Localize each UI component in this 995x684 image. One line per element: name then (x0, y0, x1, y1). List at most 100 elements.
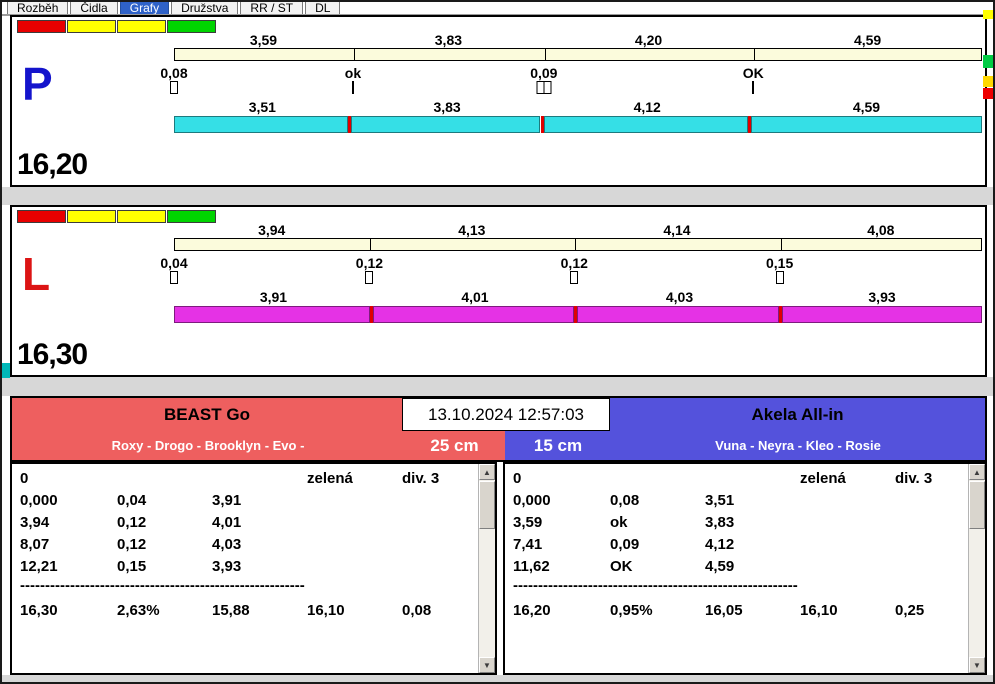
team-banner-right: 15 cm Vuna - Neyra - Kleo - Rosie (505, 431, 985, 460)
table-row: 0 zelená div. 3 (505, 467, 968, 489)
cell: 3,91 (212, 491, 242, 509)
segment-bar-block (372, 306, 574, 323)
split-time-label: 3,59 (249, 32, 278, 48)
status-light (17, 20, 66, 33)
cell: div. 3 (402, 469, 440, 487)
status-lights (17, 20, 217, 33)
bar-divider (353, 49, 355, 60)
edge-artifact (2, 363, 10, 378)
cell: 0,08 (610, 491, 640, 509)
panel-gap (2, 187, 993, 205)
segment-bar-block (750, 116, 982, 133)
edge-artifact (983, 76, 993, 87)
reference-bar (174, 238, 982, 251)
cell: 16,30 (20, 601, 58, 619)
run-panel-right: P 16,20 3,59 0,08 3,83 ok 4,20 0,09 4,59 OK 3,51… (10, 15, 987, 187)
gap-mark-tick-icon (351, 81, 354, 94)
tab-4[interactable]: Družstva (171, 2, 239, 14)
table-scrollbar[interactable]: ▲ ▼ (478, 464, 495, 673)
scrollbar-thumb[interactable] (969, 481, 985, 529)
segment-time-label: 4,59 (852, 99, 881, 115)
segment-time-label: 3,83 (433, 99, 461, 115)
gap-time-label: 0,09 (530, 65, 558, 81)
scroll-up-icon: ▲ (973, 467, 981, 477)
cell: 0,000 (20, 491, 58, 509)
segment-bar-block (174, 306, 370, 323)
cell: 4,03 (212, 535, 242, 553)
bar-divider (370, 239, 372, 250)
segment-bar-block (543, 116, 748, 133)
bar-divider (780, 239, 782, 250)
table-row: 7,41 0,09 4,12 (505, 533, 968, 555)
segment-divider (779, 306, 783, 323)
gap-time-label: 0,12 (355, 255, 384, 271)
tab-3[interactable]: Grafy (119, 2, 170, 14)
tab-bar: Rozběh Čidla Grafy Družstva RR / ST DL (7, 2, 341, 14)
tab-1[interactable]: Rozběh (7, 2, 69, 14)
scroll-down-button[interactable]: ▼ (479, 657, 495, 673)
gap-mark-box-icon (775, 271, 784, 284)
segment-time-label: 4,12 (633, 99, 661, 115)
cell: 16,20 (513, 601, 551, 619)
segment-divider (540, 116, 544, 133)
cell: 0,08 (402, 601, 432, 619)
cell: 16,10 (307, 601, 345, 619)
cell: 0,95% (610, 601, 653, 619)
cell: zelená (307, 469, 353, 487)
bar-divider (754, 49, 756, 60)
cell: ok (610, 513, 628, 531)
app-window: Rozběh Čidla Grafy Družstva RR / ST DL P 16,2… (0, 0, 995, 684)
panel-total-time: 16,30 (17, 338, 88, 371)
team-name-right: Akela All-in (610, 398, 985, 431)
table-row: 12,21 0,15 3,93 (12, 555, 478, 577)
status-light (167, 210, 216, 223)
team-name-left: BEAST Go (12, 398, 402, 431)
dashed-separator: ----------------------------------------… (513, 577, 798, 594)
cell: zelená (800, 469, 846, 487)
table-row: 3,59 ok 3,83 (505, 511, 968, 533)
team-banner-left: Roxy - Drogo - Brooklyn - Evo - 25 cm (12, 431, 505, 460)
table-body: 0 zelená div. 3 0,000 0,04 3,91 3,94 0,12 4,01 8,… (12, 467, 478, 671)
scroll-down-button[interactable]: ▼ (969, 657, 985, 673)
cell: 3,83 (705, 513, 735, 531)
gap-mark-tick-icon (752, 81, 755, 94)
table-row: 0,000 0,08 3,51 (505, 489, 968, 511)
tab-2[interactable]: Čidla (70, 2, 118, 14)
tab-6[interactable]: DL (305, 2, 341, 14)
cell: 0 (20, 469, 29, 487)
results-table-right: 0 zelená div. 3 0,000 0,08 3,51 3,59 ok 3,83 7,41… (503, 462, 987, 675)
teams-header-row2: Roxy - Drogo - Brooklyn - Evo - 25 cm 15… (12, 431, 985, 460)
scroll-up-button[interactable]: ▲ (969, 464, 985, 480)
gap-time-label: 0,12 (560, 255, 588, 271)
tab-5[interactable]: RR / ST (240, 2, 304, 14)
team-members-left: Roxy - Drogo - Brooklyn - Evo - (111, 438, 305, 453)
cell: 7,41 (513, 535, 543, 553)
cell: 15,88 (212, 601, 250, 619)
table-scrollbar[interactable]: ▲ ▼ (968, 464, 985, 673)
gap-mark-box-icon (170, 81, 178, 94)
status-light (117, 20, 166, 33)
edge-artifact (983, 88, 993, 99)
table-row: 16,30 2,63% 15,88 16,10 0,08 (12, 597, 478, 623)
gap-time-label: OK (742, 65, 764, 81)
jump-height-right: 15 cm (533, 435, 583, 455)
status-light (67, 20, 116, 33)
segment-time-label: 3,91 (259, 289, 288, 305)
segment-time-label: 4,01 (461, 289, 489, 305)
scrollbar-thumb[interactable] (479, 481, 495, 529)
team-members-right: Vuna - Neyra - Kleo - Rosie (715, 438, 881, 453)
status-light (117, 210, 166, 223)
cell: 3,51 (705, 491, 735, 509)
run-panel-left: L 16,30 3,94 0,04 4,13 0,12 4,14 0,12 4,08 0,15… (10, 205, 987, 377)
dashed-separator: ----------------------------------------… (20, 577, 305, 594)
split-time-label: 4,13 (458, 222, 486, 238)
cell: div. 3 (895, 469, 933, 487)
cell: OK (610, 557, 633, 575)
cell: 8,07 (20, 535, 50, 553)
table-row: 16,20 0,95% 16,05 16,10 0,25 (505, 597, 968, 623)
datetime-box: 13.10.2024 12:57:03 (402, 398, 610, 431)
table-row: 8,07 0,12 4,03 (12, 533, 478, 555)
scroll-up-button[interactable]: ▲ (479, 464, 495, 480)
bar-divider (575, 239, 577, 250)
segment-bar-block (782, 306, 982, 323)
